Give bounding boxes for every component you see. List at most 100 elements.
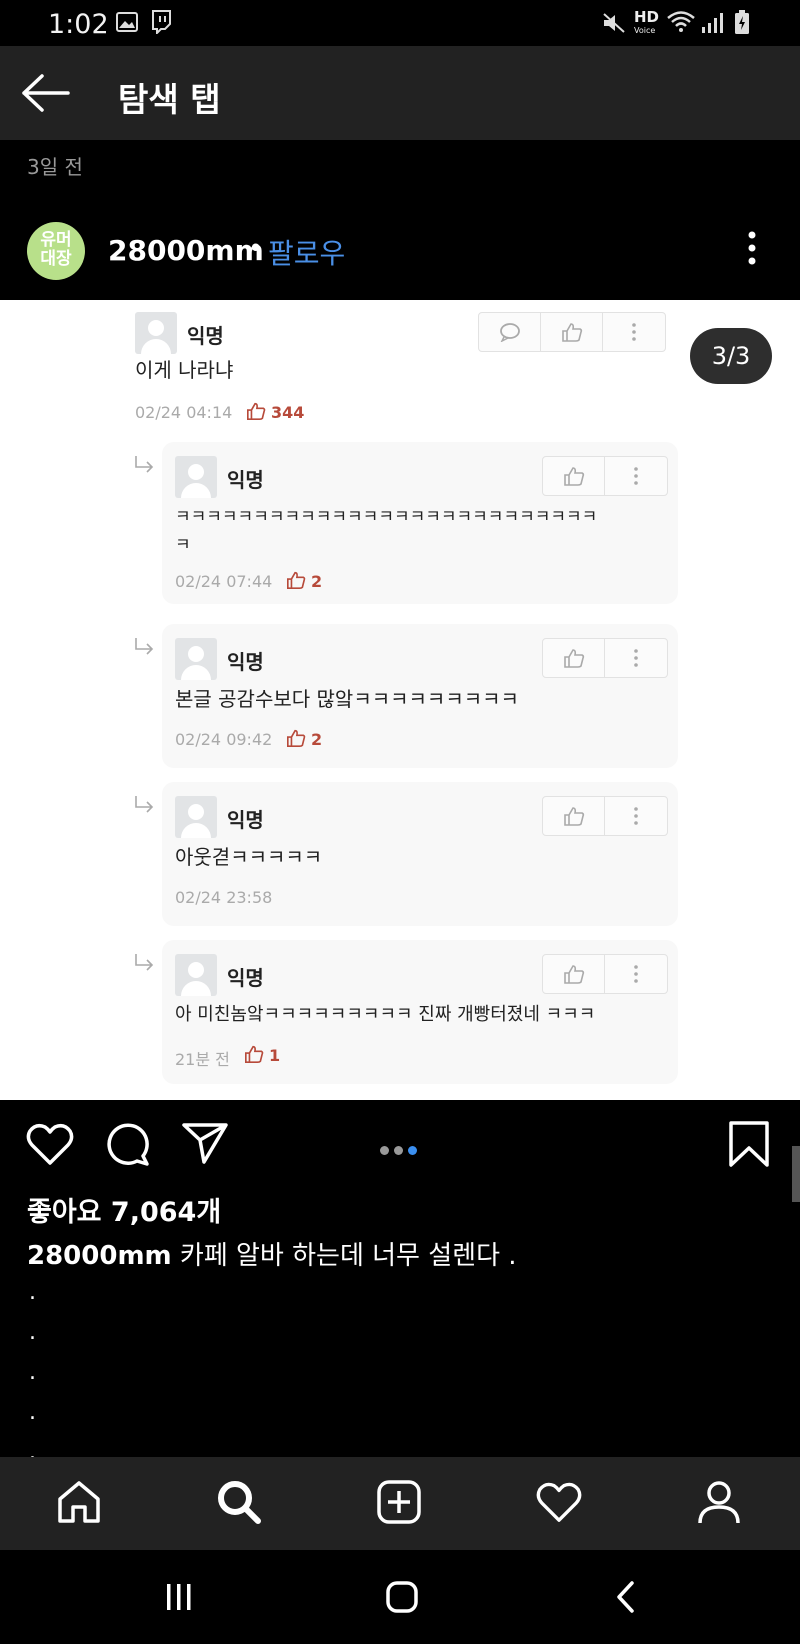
bookmark-icon[interactable] <box>728 1120 770 1168</box>
comment-like-count: 2 <box>311 572 323 591</box>
more-vertical-icon <box>632 323 636 341</box>
follow-button[interactable]: 팔로우 <box>268 232 345 272</box>
app-header: 탐색 탭 <box>0 46 800 140</box>
more-vertical-icon <box>634 807 638 825</box>
battery-icon <box>735 10 749 34</box>
comment-author: 익명 <box>227 966 264 990</box>
status-time: 1:02 <box>48 9 109 40</box>
separator-dot: • <box>248 234 264 264</box>
reply-comment: 익명 아웃겯ㅋㅋㅋㅋㅋ 02/24 23:58 <box>162 782 678 926</box>
caption-dot: . <box>29 1400 36 1425</box>
comment-date: 02/24 09:42 <box>175 730 273 749</box>
thumbs-up-icon <box>564 467 585 486</box>
comment-like-count: 2 <box>311 730 323 749</box>
page-title: 탐색 탭 <box>118 80 221 119</box>
reply-arrow-icon <box>135 456 154 473</box>
comment-more-button[interactable] <box>605 797 667 835</box>
comment-action-buttons <box>478 312 666 352</box>
comment-more-button[interactable] <box>605 955 667 993</box>
main-comment: 익명 이게 나라냐 02/24 04:14 344 <box>0 300 680 430</box>
recent-apps-icon[interactable] <box>164 1582 194 1612</box>
upvote-button[interactable] <box>543 639 605 677</box>
comment-text: ㅋㅋㅋㅋㅋㅋㅋㅋㅋㅋㅋㅋㅋㅋㅋㅋㅋㅋㅋㅋㅋㅋㅋㅋㅋㅋㅋ <box>175 507 598 527</box>
comment-action-buttons <box>542 456 668 496</box>
home-icon[interactable] <box>56 1479 102 1525</box>
comment-text-line2: ㅋ <box>175 535 191 555</box>
reply-arrow-icon <box>135 638 154 655</box>
post-image[interactable]: 3/3 익명 이게 나라냐 02/24 04:14 344 익명 ㅋㅋㅋㅋㅋㅋㅋ… <box>0 300 800 1100</box>
scrollbar[interactable] <box>792 1146 800 1202</box>
thumbs-up-icon <box>287 571 306 589</box>
comment-date: 21분 전 <box>175 1050 230 1069</box>
more-vertical-icon <box>634 965 638 983</box>
comment-author: 익명 <box>227 468 264 492</box>
activity-heart-icon[interactable] <box>536 1479 582 1525</box>
author-username[interactable]: 28000mm <box>108 234 264 267</box>
comment-text: 본글 공감수보다 많앜ㅋㅋㅋㅋㅋㅋㅋㅋㅋ <box>175 687 519 711</box>
comment-action-buttons <box>542 796 668 836</box>
thumbs-up-icon <box>564 965 585 984</box>
search-icon[interactable] <box>216 1479 262 1525</box>
more-vertical-icon <box>634 467 638 485</box>
back-button-icon[interactable] <box>614 1580 638 1614</box>
comment-bubble-icon[interactable] <box>104 1122 150 1166</box>
caption: 28000mm 카페 알바 하는데 너무 설렌다 . <box>27 1235 517 1272</box>
system-nav-bar <box>0 1550 800 1644</box>
comment-avatar <box>175 796 217 838</box>
author-avatar[interactable]: 유머 대장 <box>27 222 85 280</box>
caption-dot: . <box>29 1320 36 1345</box>
comment-date: 02/24 07:44 <box>175 572 273 591</box>
comment-author: 익명 <box>227 808 264 832</box>
comment-more-button[interactable] <box>603 313 665 351</box>
reply-comment: 익명 아 미친놈앜ㅋㅋㅋㅋㅋㅋㅋㅋㅋ 진짜 개빵터졌네 ㅋㅋㅋ 21분 전 1 <box>162 940 678 1084</box>
comment-text: 이게 나라냐 <box>135 358 234 382</box>
twitch-icon <box>152 10 171 34</box>
comment-action-buttons <box>542 954 668 994</box>
back-arrow-icon[interactable] <box>20 72 72 114</box>
thumbs-up-icon <box>564 649 585 668</box>
thumbs-up-icon <box>562 323 583 342</box>
caption-username[interactable]: 28000mm <box>27 1241 172 1271</box>
comment-more-button[interactable] <box>605 457 667 495</box>
send-icon[interactable] <box>182 1122 228 1164</box>
hd-voice-label: HD Voice <box>634 8 660 36</box>
profile-icon[interactable] <box>696 1479 742 1525</box>
thumbs-up-icon <box>245 1045 264 1063</box>
add-post-icon[interactable] <box>376 1479 422 1525</box>
reply-comment: 익명 ㅋㅋㅋㅋㅋㅋㅋㅋㅋㅋㅋㅋㅋㅋㅋㅋㅋㅋㅋㅋㅋㅋㅋㅋㅋㅋㅋ ㅋ 02/24 0… <box>162 442 678 604</box>
comment-avatar <box>175 954 217 996</box>
caption-text: 카페 알바 하는데 너무 설렌다 . <box>171 1241 517 1271</box>
more-vertical-icon <box>634 649 638 667</box>
reply-arrow-icon <box>135 796 154 813</box>
comment-author: 익명 <box>187 324 224 348</box>
reply-comment: 익명 본글 공감수보다 많앜ㅋㅋㅋㅋㅋㅋㅋㅋㅋ 02/24 09:42 2 <box>162 624 678 768</box>
upvote-button[interactable] <box>543 797 605 835</box>
upvote-button[interactable] <box>541 313 603 351</box>
reply-button[interactable] <box>479 313 541 351</box>
comment-action-buttons <box>542 638 668 678</box>
comment-text: 아 미친놈앜ㅋㅋㅋㅋㅋㅋㅋㅋㅋ 진짜 개빵터졌네 ㅋㅋㅋ <box>175 1004 596 1025</box>
comment-more-button[interactable] <box>605 639 667 677</box>
comment-like-count: 344 <box>271 403 305 422</box>
heart-icon[interactable] <box>26 1122 74 1166</box>
comment-avatar <box>135 312 177 354</box>
upvote-button[interactable] <box>543 457 605 495</box>
mute-icon <box>603 13 625 33</box>
status-bar: 1:02 HD Voice <box>0 0 800 46</box>
comment-avatar <box>175 638 217 680</box>
post-time-ago: 3일 전 <box>27 155 83 179</box>
more-vertical-icon[interactable] <box>744 230 760 266</box>
thumbs-up-icon <box>247 402 266 420</box>
signal-icon <box>702 13 723 33</box>
home-button-icon[interactable] <box>385 1580 419 1614</box>
gallery-icon <box>116 12 138 32</box>
carousel-dots <box>380 1140 422 1159</box>
upvote-button[interactable] <box>543 955 605 993</box>
caption-dot: . <box>29 1360 36 1385</box>
bottom-nav <box>0 1457 800 1550</box>
comment-avatar <box>175 456 217 498</box>
page-indicator: 3/3 <box>690 328 772 384</box>
likes-count[interactable]: 좋아요 7,064개 <box>27 1190 221 1229</box>
comment-text: 아웃겯ㅋㅋㅋㅋㅋ <box>175 845 323 869</box>
comment-like-count: 1 <box>269 1046 281 1065</box>
